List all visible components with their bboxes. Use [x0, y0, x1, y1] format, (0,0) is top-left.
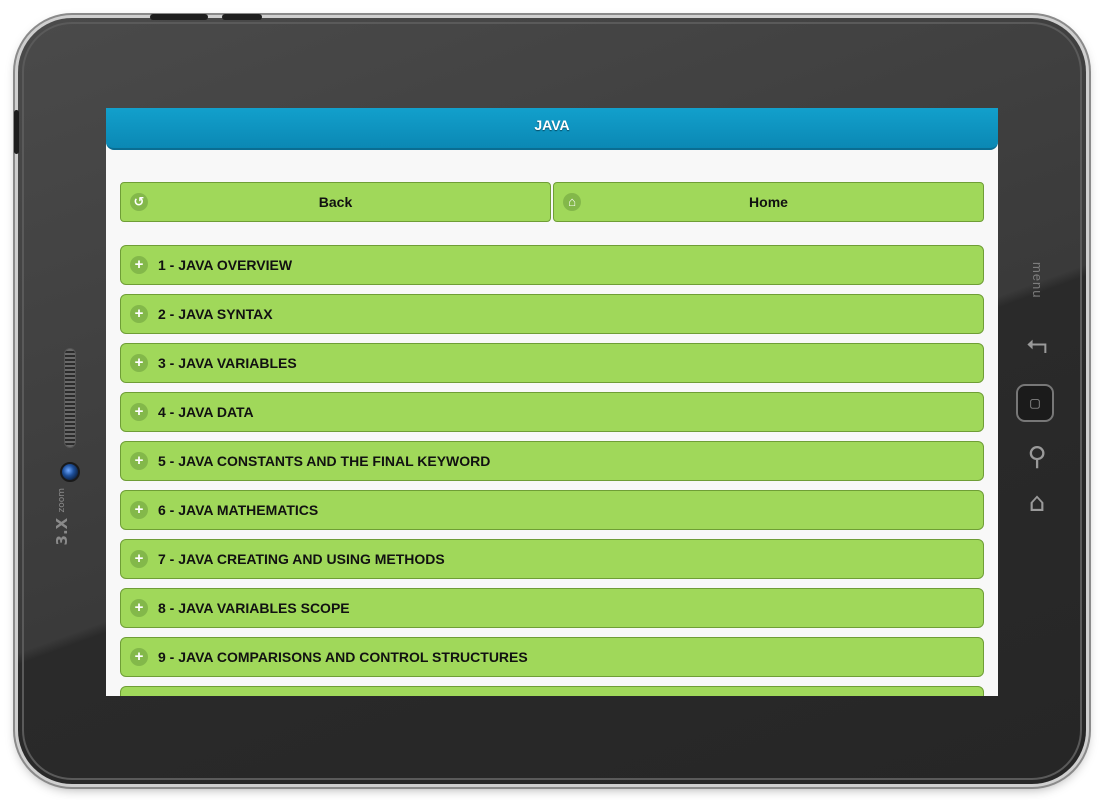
list-item-label: 8 - JAVA VARIABLES SCOPE [158, 600, 350, 616]
power-button[interactable] [150, 14, 208, 20]
device-brand-sub: zoom [57, 488, 67, 513]
list-item-label: 2 - JAVA SYNTAX [158, 306, 273, 322]
nav-button-row: ↺ Back ⌂ Home [120, 182, 984, 222]
home-icon: ⌂ [563, 193, 581, 211]
plus-icon: + [130, 305, 148, 323]
device-brand-text: 3.X [53, 517, 71, 546]
plus-icon: + [130, 501, 148, 519]
menu-label: menu [1030, 262, 1045, 299]
volume-button[interactable] [222, 14, 262, 20]
plus-icon: + [130, 354, 148, 372]
list-item[interactable]: + 3 - JAVA VARIABLES [120, 343, 984, 383]
list-item[interactable]: + 4 - JAVA DATA [120, 392, 984, 432]
side-button[interactable] [14, 110, 19, 154]
camera-icon [60, 462, 80, 482]
plus-icon: + [130, 550, 148, 568]
plus-icon: + [130, 648, 148, 666]
plus-icon: + [130, 452, 148, 470]
back-hw-icon[interactable]: ⮢ [1022, 328, 1052, 358]
home-outline-hw-icon[interactable]: ⌂ [1022, 488, 1052, 518]
list-item[interactable]: + 6 - JAVA MATHEMATICS [120, 490, 984, 530]
home-button-label: Home [749, 194, 788, 210]
speaker-grille [64, 348, 76, 448]
list-item-label: 3 - JAVA VARIABLES [158, 355, 297, 371]
plus-icon: + [130, 599, 148, 617]
list-item-label: 7 - JAVA CREATING AND USING METHODS [158, 551, 445, 567]
home-button[interactable]: ⌂ Home [553, 182, 984, 222]
list-item[interactable]: + [120, 686, 984, 696]
list-item[interactable]: + 9 - JAVA COMPARISONS AND CONTROL STRUC… [120, 637, 984, 677]
plus-icon: + [130, 403, 148, 421]
list-item-label: 5 - JAVA CONSTANTS AND THE FINAL KEYWORD [158, 453, 491, 469]
device-brand: 3.X zoom [53, 488, 71, 546]
back-button-label: Back [318, 194, 353, 210]
list-item-label: 4 - JAVA DATA [158, 404, 254, 420]
search-hw-icon[interactable]: ⚲ [1022, 442, 1052, 472]
page-title: JAVA [106, 108, 998, 150]
list-item-label: 9 - JAVA COMPARISONS AND CONTROL STRUCTU… [158, 649, 528, 665]
chapter-list: + 1 - JAVA OVERVIEW + 2 - JAVA SYNTAX + … [120, 245, 984, 696]
list-item[interactable]: + 7 - JAVA CREATING AND USING METHODS [120, 539, 984, 579]
list-item[interactable]: + 1 - JAVA OVERVIEW [120, 245, 984, 285]
app-screen: JAVA ↺ Back ⌂ Home + 1 - JAVA OVERVIEW +… [106, 108, 998, 696]
list-item-label: 6 - JAVA MATHEMATICS [158, 502, 319, 518]
back-button[interactable]: ↺ Back [120, 182, 551, 222]
list-item[interactable]: + 2 - JAVA SYNTAX [120, 294, 984, 334]
back-arrow-icon: ↺ [130, 193, 148, 211]
plus-icon: + [130, 256, 148, 274]
list-item[interactable]: + 5 - JAVA CONSTANTS AND THE FINAL KEYWO… [120, 441, 984, 481]
list-item-label: 1 - JAVA OVERVIEW [158, 257, 293, 273]
home-hw-button[interactable]: ▢ [1016, 384, 1054, 422]
list-item[interactable]: + 8 - JAVA VARIABLES SCOPE [120, 588, 984, 628]
